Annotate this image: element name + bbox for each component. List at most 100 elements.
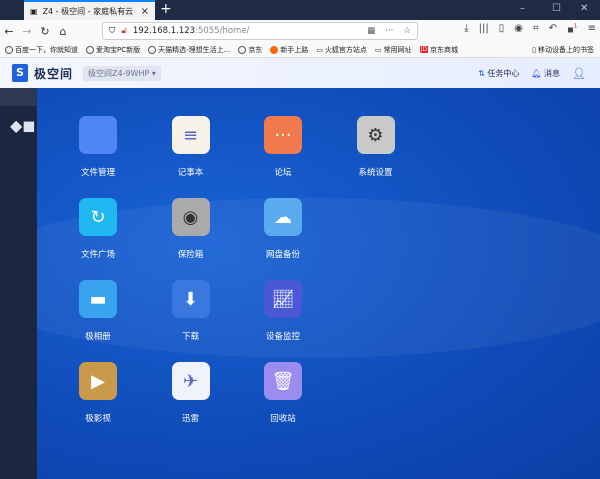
firefox-icon [270, 45, 279, 54]
video-icon: ▶ [79, 362, 117, 400]
app-label: 记事本 [177, 168, 204, 178]
app-chart-monitor[interactable]: 📈︎ 设备监控 [243, 280, 323, 342]
extension-icon[interactable]: ▪1 [567, 23, 578, 35]
bookmark[interactable]: 京东 [238, 45, 262, 55]
folder-icon: ▭ [316, 45, 323, 54]
trash-icon: 🗑︎ [264, 362, 302, 400]
browser-titlebar: ▣ Z4 - 极空间 - 家庭私有云 × + – ☐ ✕ [0, 0, 600, 20]
folder-icon: ▭ [374, 45, 382, 54]
bookmark[interactable]: 百度一下，你就知道 [5, 45, 78, 55]
notepad-icon: ≡ [171, 116, 210, 154]
user-icon[interactable]: 👤︎ [572, 67, 586, 80]
app-label: 网盘备份 [265, 250, 300, 260]
undo-icon[interactable]: ↶ [549, 23, 557, 35]
thunder-bird-icon: ✈ [171, 362, 210, 400]
app-globe-download[interactable]: ⬇ 下载 [151, 280, 231, 342]
mobile-bookmarks[interactable]: ▯ 移动设备上的书签 [532, 45, 594, 55]
globe-icon [148, 45, 157, 54]
task-icon: ⇅ [478, 68, 485, 78]
app-trash[interactable]: 🗑︎ 回收站 [243, 362, 323, 424]
messages-button[interactable]: 🔔︎ 消息 [531, 68, 560, 79]
menu-icon[interactable]: ≡ [588, 23, 596, 35]
sidebar: ◆◼ [0, 88, 37, 479]
close-window-button[interactable]: ✕ [580, 3, 588, 14]
app-label: 保险箱 [177, 250, 204, 260]
photo-album-icon: ▬ [79, 280, 117, 318]
new-tab-button[interactable]: + [160, 1, 172, 17]
app-gear[interactable]: ⚙ 系统设置 [336, 116, 416, 178]
reload-button[interactable]: ↻ [36, 25, 54, 38]
favicon-icon: ▣ [30, 6, 38, 16]
app-label: 下载 [181, 332, 199, 342]
account-icon[interactable]: ◉ [514, 23, 523, 35]
safe-icon: ◉ [171, 198, 210, 236]
jd-icon: JD [419, 46, 428, 53]
app-thunder-bird[interactable]: ✈ 迅雷 [151, 362, 231, 424]
apps-grid-icon[interactable]: ◆◼ [10, 116, 36, 135]
bookmarks-bar: 百度一下，你就知道 爱淘宝PC新版 天猫精选-理想生活上... 京东 新手上路 … [0, 42, 600, 58]
brand-name: 极空间 [34, 66, 74, 81]
download-icon[interactable]: ⤓ [464, 23, 468, 35]
library-icon[interactable]: ||| [479, 23, 489, 35]
chat-bubbles-icon: ··· [264, 116, 302, 154]
bookmark[interactable]: JD 京东商城 [419, 45, 458, 55]
globe-download-icon: ⬇ [171, 280, 210, 318]
bookmark[interactable]: 新手上路 [270, 45, 308, 55]
app-notepad[interactable]: ≡ 记事本 [151, 116, 231, 178]
app-header: S 极空间 极空间Z4-9WHP ▾ ⇅ 任务中心 🔔︎ 消息 👤︎ [0, 58, 600, 88]
sidebar-top-item[interactable] [0, 88, 37, 106]
qr-code-icon[interactable]: ▦ [367, 26, 375, 36]
logo-icon: S [12, 64, 28, 82]
app-label: 文件广场 [80, 250, 115, 260]
more-icon[interactable]: ··· [385, 26, 393, 36]
app-chat-bubbles[interactable]: ··· 论坛 [243, 116, 323, 178]
app-label: 回收站 [270, 414, 296, 424]
app-label: 极相册 [85, 332, 111, 342]
shared-folder-icon: ↻ [79, 198, 117, 236]
device-selector[interactable]: 极空间Z4-9WHP ▾ [83, 65, 161, 81]
task-center-button[interactable]: ⇅ 任务中心 [478, 68, 519, 79]
home-button[interactable]: ⌂ [54, 25, 72, 38]
app-shared-folder[interactable]: ↻ 文件广场 [58, 198, 138, 260]
forward-button[interactable]: → [18, 25, 36, 38]
browser-toolbar: ← → ↻ ⌂ ⛉ 🔓︎ 192.168.1.123:5055/home/ ▦ ·… [0, 20, 600, 42]
app-video[interactable]: ▶ 极影视 [58, 362, 138, 424]
bookmark-folder[interactable]: ▭ 火狐官方站点 [316, 45, 367, 55]
globe-icon [238, 45, 247, 54]
browser-tab[interactable]: ▣ Z4 - 极空间 - 家庭私有云 × [24, 0, 155, 20]
insecure-lock-icon: 🔓︎ [121, 26, 127, 36]
app-label: 设备监控 [265, 332, 300, 342]
phone-icon: ▯ [532, 45, 536, 54]
back-button[interactable]: ← [0, 25, 18, 38]
bookmark[interactable]: 天猫精选-理想生活上... [148, 45, 230, 55]
tab-title: Z4 - 极空间 - 家庭私有云 [42, 6, 134, 16]
close-tab-icon[interactable]: × [141, 6, 149, 17]
globe-icon [86, 45, 94, 54]
folder-icon [79, 116, 117, 154]
bookmark-star-icon[interactable]: ☆ [403, 26, 411, 36]
app-safe[interactable]: ◉ 保险箱 [151, 198, 231, 260]
app-label: 迅雷 [181, 414, 199, 424]
sidebar-icon[interactable]: ▯ [499, 23, 505, 35]
app-label: 论坛 [274, 168, 292, 178]
app-cloud-upload[interactable]: ☁ 网盘备份 [243, 198, 323, 260]
gear-icon: ⚙ [356, 116, 395, 154]
app-label: 极影视 [85, 414, 111, 424]
maximize-button[interactable]: ☐ [552, 3, 561, 14]
address-bar[interactable]: ⛉ 🔓︎ 192.168.1.123:5055/home/ ▦ ··· ☆ [102, 22, 418, 40]
shield-icon: ⛉ [109, 26, 116, 36]
app-folder[interactable]: 文件管理 [58, 116, 138, 178]
app-label: 系统设置 [358, 168, 393, 178]
bookmark-folder[interactable]: ▭ 常用网址 [375, 45, 412, 55]
chart-monitor-icon: 📈︎ [264, 280, 302, 318]
bell-icon: 🔔︎ [531, 68, 542, 78]
globe-icon [5, 45, 13, 54]
cloud-upload-icon: ☁ [264, 198, 302, 236]
bookmark[interactable]: 爱淘宝PC新版 [86, 45, 140, 55]
minimize-button[interactable]: – [520, 3, 525, 14]
url-text: 192.168.1.123:5055/home/ [132, 26, 250, 36]
desktop: 文件管理 ≡ 记事本 ··· 论坛 ⚙ 系统设置 ↻ 文件广场 ◉ 保险箱 ☁ 网盘备份 ▬ 极相册 ⬇ 下载 📈… [37, 88, 600, 479]
screenshot-icon[interactable]: ⌗ [533, 23, 539, 35]
app-photo-album[interactable]: ▬ 极相册 [58, 280, 138, 342]
app-label: 文件管理 [80, 168, 115, 178]
